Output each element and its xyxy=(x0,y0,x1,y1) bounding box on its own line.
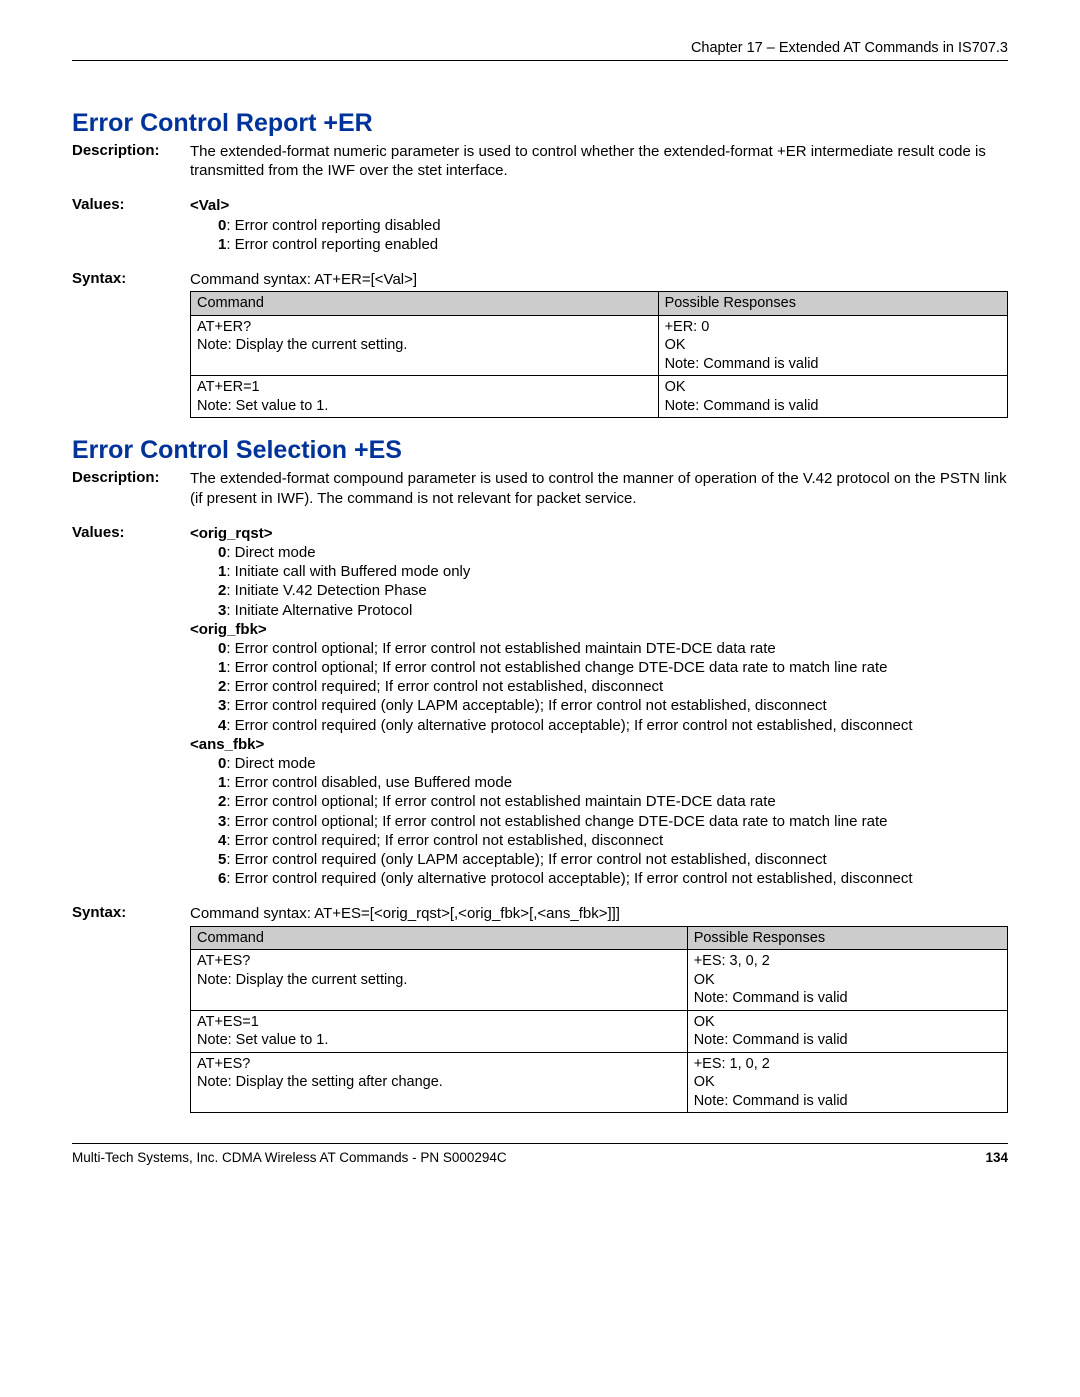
table-cell: AT+ES? Note: Display the current setting… xyxy=(191,950,688,1011)
values-label: Values: xyxy=(72,524,190,541)
syntax-body: Command syntax: AT+ES=[<orig_rqst>[,<ori… xyxy=(190,904,1008,1113)
syntax-label: Syntax: xyxy=(72,270,190,287)
table-cell: OK Note: Command is valid xyxy=(687,1010,1007,1052)
orig-fbk-header: <orig_fbk> xyxy=(190,621,267,638)
of2: : Error control required; If error contr… xyxy=(226,678,663,695)
af1: : Error control disabled, use Buffered m… xyxy=(226,774,512,791)
af4: : Error control required; If error contr… xyxy=(226,832,663,849)
th-response: Possible Responses xyxy=(658,292,1007,316)
table-cell: AT+ES=1 Note: Set value to 1. xyxy=(191,1010,688,1052)
table-cell: +ER: 0 OK Note: Command is valid xyxy=(658,315,1007,376)
th-response: Possible Responses xyxy=(687,926,1007,950)
command-table-er: CommandPossible Responses AT+ER? Note: D… xyxy=(190,291,1008,418)
values-body: <orig_rqst> 0: Direct mode 1: Initiate c… xyxy=(190,524,1008,889)
table-cell: OK Note: Command is valid xyxy=(658,376,1007,418)
or3: : Initiate Alternative Protocol xyxy=(226,602,412,619)
af2: : Error control optional; If error contr… xyxy=(226,793,775,810)
syntax-text: Command syntax: AT+ES=[<orig_rqst>[,<ori… xyxy=(190,904,1008,923)
orig-rqst-header: <orig_rqst> xyxy=(190,525,273,542)
th-command: Command xyxy=(191,926,688,950)
table-cell: +ES: 1, 0, 2 OK Note: Command is valid xyxy=(687,1052,1007,1113)
command-table-es: CommandPossible Responses AT+ES? Note: D… xyxy=(190,926,1008,1114)
section-title-es: Error Control Selection +ES xyxy=(72,436,1008,465)
table-cell: +ES: 3, 0, 2 OK Note: Command is valid xyxy=(687,950,1007,1011)
desc-label: Description: xyxy=(72,469,190,486)
table-cell: AT+ER=1 Note: Set value to 1. xyxy=(191,376,659,418)
or1: : Initiate call with Buffered mode only xyxy=(226,563,470,580)
val1: : Error control reporting enabled xyxy=(226,236,438,253)
page-header: Chapter 17 – Extended AT Commands in IS7… xyxy=(72,40,1008,61)
or2: : Initiate V.42 Detection Phase xyxy=(226,582,426,599)
of1: : Error control optional; If error contr… xyxy=(226,659,887,676)
values-body: <Val> 0: Error control reporting disable… xyxy=(190,196,1008,254)
desc-label: Description: xyxy=(72,142,190,159)
syntax-text: Command syntax: AT+ER=[<Val>] xyxy=(190,270,1008,289)
values-label: Values: xyxy=(72,196,190,213)
footer-text: Multi-Tech Systems, Inc. CDMA Wireless A… xyxy=(72,1150,507,1165)
val0: : Error control reporting disabled xyxy=(226,217,440,234)
desc-text: The extended-format compound parameter i… xyxy=(190,469,1008,507)
syntax-label: Syntax: xyxy=(72,904,190,921)
af0: : Direct mode xyxy=(226,755,315,772)
page-footer: Multi-Tech Systems, Inc. CDMA Wireless A… xyxy=(72,1143,1008,1165)
table-cell: AT+ER? Note: Display the current setting… xyxy=(191,315,659,376)
desc-text: The extended-format numeric parameter is… xyxy=(190,142,1008,180)
table-cell: AT+ES? Note: Display the setting after c… xyxy=(191,1052,688,1113)
af3: : Error control optional; If error contr… xyxy=(226,813,887,830)
val-header: <Val> xyxy=(190,197,229,214)
page-number: 134 xyxy=(985,1150,1008,1165)
af5: : Error control required (only LAPM acce… xyxy=(226,851,826,868)
syntax-body: Command syntax: AT+ER=[<Val>] CommandPos… xyxy=(190,270,1008,418)
th-command: Command xyxy=(191,292,659,316)
of3: : Error control required (only LAPM acce… xyxy=(226,697,826,714)
or0: : Direct mode xyxy=(226,544,315,561)
ans-fbk-header: <ans_fbk> xyxy=(190,736,264,753)
of0: : Error control optional; If error contr… xyxy=(226,640,775,657)
section-title-er: Error Control Report +ER xyxy=(72,109,1008,138)
af6: : Error control required (only alternati… xyxy=(226,870,912,887)
of4: : Error control required (only alternati… xyxy=(226,717,912,734)
